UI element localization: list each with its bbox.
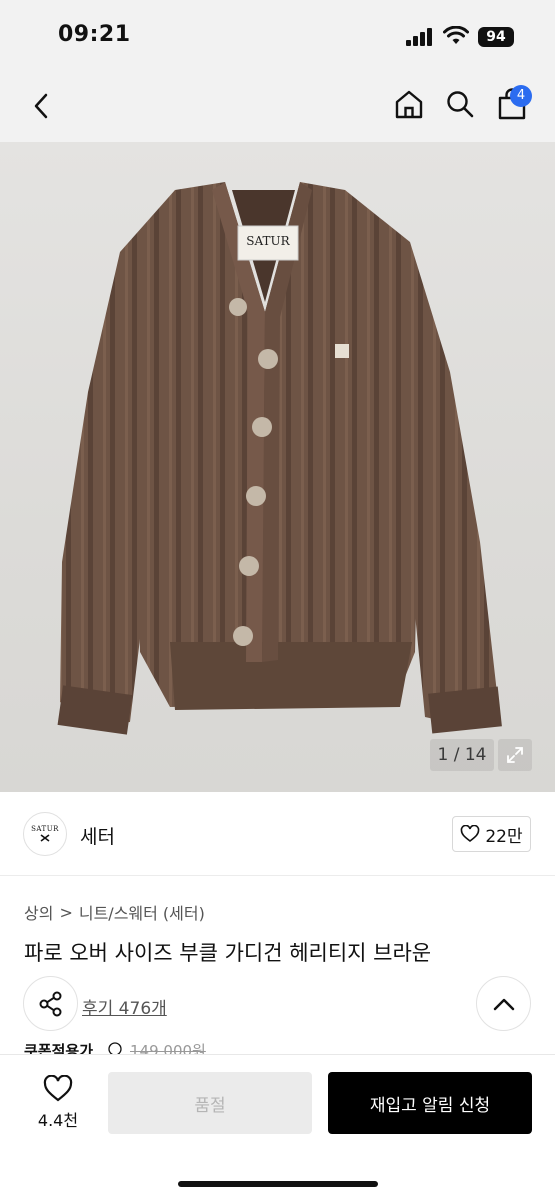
breadcrumb-subcategory[interactable]: 니트/스웨터 (세터) — [79, 900, 205, 924]
status-time: 09:21 — [58, 22, 131, 47]
breadcrumb-separator: > — [59, 902, 73, 922]
wifi-icon — [443, 26, 469, 44]
expand-icon — [507, 747, 523, 763]
wishlist-count: 4.4천 — [37, 1111, 79, 1130]
soldout-button: 품절 — [108, 1072, 312, 1134]
top-nav-bar — [0, 72, 555, 142]
garment-label-text: SATUR — [246, 234, 290, 248]
image-counter: 1 / 14 — [430, 739, 494, 771]
brand-logo[interactable]: SATUR — [23, 812, 67, 856]
share-button[interactable] — [23, 976, 78, 1031]
info-icon[interactable] — [108, 1042, 122, 1054]
bottom-action-bar: 4.4천 품절 재입고 알림 신청 — [0, 1054, 555, 1200]
brand-name[interactable]: 세터 — [80, 822, 115, 849]
expand-image-button[interactable] — [498, 739, 532, 771]
heart-icon — [43, 1075, 73, 1102]
share-icon — [39, 991, 61, 1016]
coupon-price-row: 쿠폰적용가 149,000원 — [24, 1040, 544, 1054]
home-button[interactable] — [389, 84, 429, 124]
back-button[interactable] — [24, 86, 58, 126]
product-title: 파로 오버 사이즈 부클 가디건 헤리티지 브라운 — [24, 941, 432, 965]
heart-icon — [461, 825, 480, 843]
brand-like-button[interactable]: 22만 — [452, 816, 531, 852]
status-bar: 09:21 94 — [0, 0, 555, 72]
chevron-left-icon — [34, 93, 48, 119]
scroll-to-top-button[interactable] — [476, 976, 531, 1031]
brand-logo-text: SATUR — [31, 825, 59, 833]
cart-count-badge: 4 — [510, 85, 532, 107]
breadcrumb: 상의 > 니트/스웨터 (세터) — [24, 900, 205, 924]
home-icon — [395, 90, 423, 119]
breadcrumb-category[interactable]: 상의 — [24, 900, 53, 924]
search-icon — [447, 91, 474, 118]
battery-indicator: 94 — [478, 27, 514, 47]
brand-row: SATUR 세터 22만 — [0, 792, 555, 876]
coupon-original-price: 149,000원 — [130, 1042, 206, 1054]
chevron-up-icon — [493, 998, 514, 1010]
home-indicator — [178, 1181, 378, 1187]
brand-like-count: 22만 — [485, 826, 523, 847]
wishlist-button[interactable]: 4.4천 — [28, 1075, 88, 1137]
brand-emblem-icon — [40, 834, 50, 842]
review-link[interactable]: 후기 476개 — [82, 994, 167, 1019]
signal-icon — [406, 28, 434, 46]
coupon-label: 쿠폰적용가 — [24, 1042, 94, 1054]
search-button[interactable] — [440, 84, 480, 124]
restock-alert-button[interactable]: 재입고 알림 신청 — [328, 1072, 532, 1134]
